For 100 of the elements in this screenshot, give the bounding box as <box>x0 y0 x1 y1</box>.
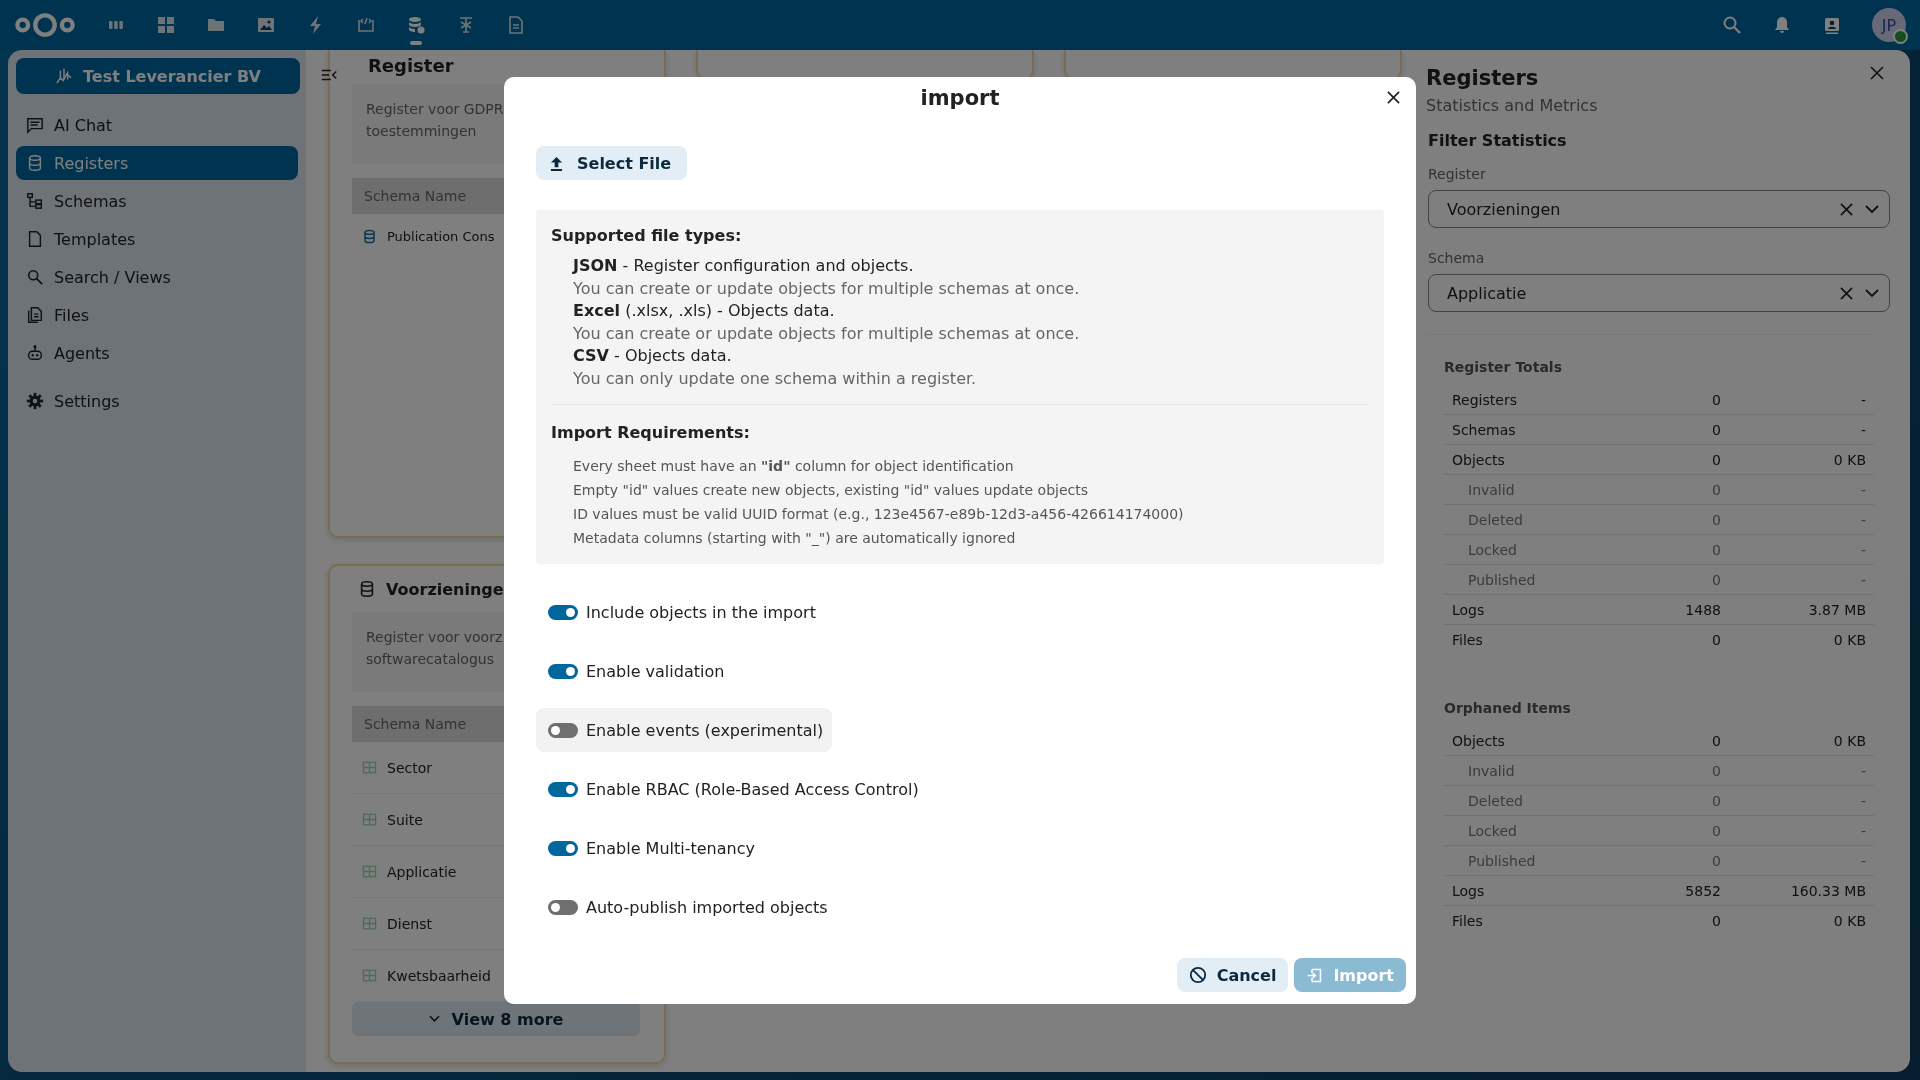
sign-in-icon <box>1306 966 1324 984</box>
clear-icon[interactable] <box>1840 286 1853 300</box>
database-icon <box>362 228 377 244</box>
stat-label: Published <box>1467 571 1537 588</box>
toggle-switch[interactable] <box>548 899 578 915</box>
register-description: Register voor GDPR toestemmingen <box>366 100 505 141</box>
toggle-switch[interactable] <box>548 604 578 620</box>
code-icon <box>356 15 376 35</box>
requirement-text: Empty "id" values create new objects, existing "id" values update objects <box>573 481 1090 500</box>
stat-size: - <box>1859 511 1866 528</box>
contacts-icon[interactable] <box>1822 15 1842 35</box>
toggle-label: Auto-publish imported objects <box>586 897 828 917</box>
stat-count: 0 <box>1711 451 1721 468</box>
panel-subtitle: Statistics and Metrics <box>1426 96 1598 115</box>
table-icon <box>362 812 377 827</box>
file-type-note: You can create or update objects for multiple schemas at once. <box>573 277 1081 300</box>
stat-size: 160.33 MB <box>1789 882 1866 899</box>
schema-name[interactable]: Publication Cons <box>387 228 495 244</box>
navigation-item[interactable]: Search / Views <box>16 260 298 294</box>
stat-label: Objects <box>1452 451 1506 468</box>
dialog-title: import <box>919 86 1001 110</box>
upload-icon <box>550 155 563 171</box>
navigation-item[interactable]: Agents <box>16 336 298 370</box>
stat-size: 0 KB <box>1832 912 1866 929</box>
toggle-switch[interactable] <box>548 663 578 679</box>
cloud-logo-icon[interactable] <box>14 11 76 39</box>
notifications-bell-icon[interactable] <box>1772 15 1792 35</box>
info-heading: Supported file types: <box>551 226 743 245</box>
stat-size: 0 KB <box>1832 732 1866 749</box>
schema-name[interactable]: Sector <box>387 759 432 776</box>
select-field[interactable]: Applicatie <box>1428 274 1890 312</box>
stat-count: 0 <box>1711 852 1721 869</box>
stat-size: - <box>1859 541 1866 558</box>
toggle-option[interactable]: Auto-publish imported objects <box>536 885 837 929</box>
clear-icon[interactable] <box>1840 202 1853 216</box>
schema-name[interactable]: Suite <box>387 811 423 828</box>
toggle-label: Include objects in the import <box>586 602 816 622</box>
requirement-text: ID values must be valid UUID format (e.g., 123e4567-e89b-12d3-a456-426614174000) <box>573 505 1185 524</box>
stat-count: 1488 <box>1684 601 1721 618</box>
organisation-button[interactable]: Test Leverancier BV <box>16 58 300 94</box>
file-type-note: You can create or update objects for multiple schemas at once. <box>573 322 1081 345</box>
toggle-option[interactable]: Enable Multi-tenancy <box>536 826 764 870</box>
section-heading: Filter Statistics <box>1428 131 1568 150</box>
toggle-option[interactable]: Enable validation <box>536 649 734 693</box>
schema-name[interactable]: Kwetsbaarheid <box>387 967 491 984</box>
stat-count: 0 <box>1711 762 1721 779</box>
stat-size: - <box>1859 481 1866 498</box>
navigation-item[interactable]: Schemas <box>16 184 298 218</box>
search-icon[interactable] <box>1722 15 1742 35</box>
chart-icon <box>55 67 73 85</box>
stat-count: 0 <box>1711 732 1721 749</box>
stat-size: 0 KB <box>1832 451 1866 468</box>
view-more-button[interactable]: View 8 more <box>352 1002 640 1036</box>
navigation-item[interactable]: Templates <box>16 222 298 256</box>
settings-icon <box>26 392 44 410</box>
stat-size: - <box>1859 762 1866 779</box>
stat-count: 0 <box>1711 631 1721 648</box>
toggle-switch[interactable] <box>548 840 578 856</box>
stat-size: 3.87 MB <box>1807 601 1866 618</box>
navigation-item[interactable]: AI Chat <box>16 108 298 142</box>
navigation-item[interactable]: Registers <box>16 146 298 180</box>
section-heading: Orphaned Items <box>1444 700 1572 716</box>
stat-size: 0 KB <box>1832 631 1866 648</box>
stat-label: Schemas <box>1452 421 1517 438</box>
table-icon <box>362 968 377 983</box>
stat-count: 0 <box>1711 421 1721 438</box>
file-type-description: CSV - Objects data. <box>573 345 733 367</box>
column-header: Schema Name <box>364 188 467 204</box>
stat-label: Locked <box>1467 541 1518 558</box>
select-field[interactable]: Voorzieningen <box>1428 190 1890 228</box>
stat-label: Deleted <box>1467 511 1524 528</box>
grid-icon <box>156 15 176 35</box>
user-avatar[interactable]: JP <box>1872 8 1906 42</box>
column-header: Schema Name <box>364 716 467 732</box>
toggle-option[interactable]: Include objects in the import <box>536 590 825 634</box>
toggle-option[interactable]: Enable RBAC (Role-Based Access Control) <box>536 767 928 811</box>
cancel-button[interactable]: Cancel <box>1176 958 1289 992</box>
select-file-button[interactable]: Select File <box>536 146 688 180</box>
chevron-down-icon <box>1865 288 1879 298</box>
settings-item[interactable]: Settings <box>16 384 298 418</box>
requirement-text: Every sheet must have an "id" column for object identification <box>573 457 1015 476</box>
register-description: Register voor voorz softwarecatalogus <box>366 628 504 669</box>
schema-name[interactable]: Applicatie <box>387 863 457 880</box>
cancel-icon <box>1188 966 1207 984</box>
stat-count: 0 <box>1711 571 1721 588</box>
close-icon[interactable] <box>1387 91 1400 104</box>
stat-count: 0 <box>1711 792 1721 809</box>
database-icon <box>406 15 426 35</box>
schema-name[interactable]: Dienst <box>387 915 432 932</box>
toggle-switch[interactable] <box>548 781 578 797</box>
toggle-switch[interactable] <box>548 722 578 738</box>
toggle-option[interactable]: Enable events (experimental) <box>536 708 833 752</box>
stat-count: 0 <box>1711 511 1721 528</box>
stat-count: 5852 <box>1684 882 1721 899</box>
table-icon <box>362 916 377 931</box>
search-icon <box>26 268 44 286</box>
toggle-label: Enable events (experimental) <box>586 720 824 740</box>
navigation-item[interactable]: Files <box>16 298 298 332</box>
stat-label: Logs <box>1452 882 1486 899</box>
stat-label: Locked <box>1467 822 1518 839</box>
